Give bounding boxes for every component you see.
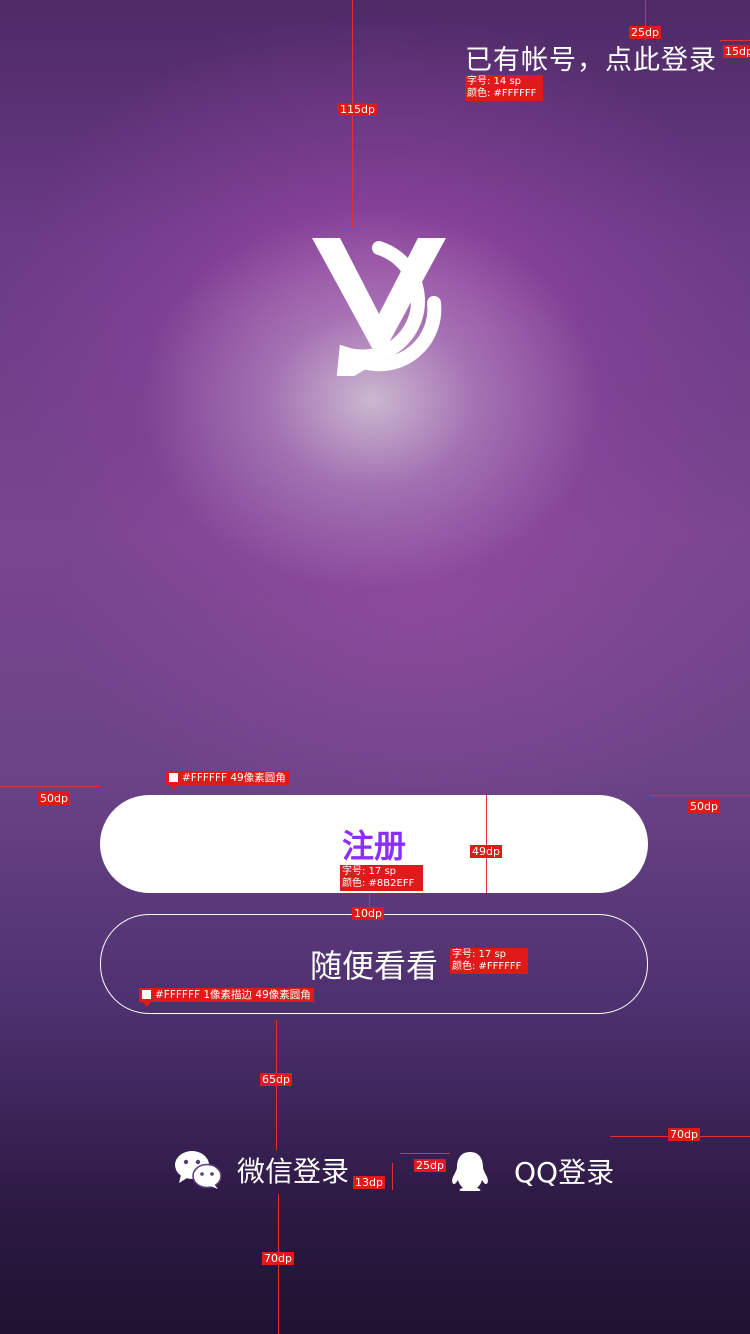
login-link[interactable]: 已有帐号，点此登录 xyxy=(465,38,717,77)
measure-label: 70dp xyxy=(262,1252,294,1265)
wechat-login-button[interactable]: 微信登录 xyxy=(174,1150,349,1190)
measure-label: 49dp xyxy=(470,845,502,858)
text-spec-label: 字号: 17 sp 颜色: #8B2EFF xyxy=(340,865,423,891)
border-note: #FFFFFF 1像素描边 49像素圆角 xyxy=(139,988,314,1007)
measure-label: 70dp xyxy=(668,1128,700,1141)
register-button-label: 注册 xyxy=(341,827,406,865)
guide-line xyxy=(400,1153,450,1154)
fill-note-text: #FFFFFF 49像素圆角 xyxy=(182,772,286,784)
border-note-text: #FFFFFF 1像素描边 49像素圆角 xyxy=(155,989,311,1001)
spec-color: 颜色: #8B2EFF xyxy=(342,878,415,889)
measure-label: 25dp xyxy=(629,26,661,39)
spec-color: 颜色: #FFFFFF xyxy=(452,961,522,972)
spec-size: 字号: 14 sp xyxy=(467,76,522,87)
text-spec-label: 字号: 17 sp 颜色: #FFFFFF xyxy=(450,948,528,974)
measure-label: 65dp xyxy=(260,1073,292,1086)
guide-line xyxy=(346,229,359,230)
v-chat-logo-icon xyxy=(312,238,446,376)
wechat-icon xyxy=(175,1151,222,1189)
guide-line xyxy=(392,1163,393,1190)
wechat-login-label: 微信登录 xyxy=(237,1155,350,1188)
guide-line xyxy=(650,795,750,796)
guide-line xyxy=(0,786,100,787)
spec-size: 字号: 17 sp xyxy=(342,866,397,877)
measure-label: 50dp xyxy=(688,800,720,813)
guide-line xyxy=(486,795,487,893)
measure-label: 25dp xyxy=(414,1159,446,1172)
guide-line xyxy=(720,40,750,41)
browse-button-label: 随便看看 xyxy=(309,947,438,985)
qq-login-label: QQ登录 xyxy=(514,1156,615,1189)
measure-label: 10dp xyxy=(352,907,384,920)
spec-size: 字号: 17 sp xyxy=(452,949,507,960)
spec-color: 颜色: #FFFFFF xyxy=(467,88,537,99)
measure-label: 13dp xyxy=(353,1176,385,1189)
text-spec-label: 字号: 14 sp 颜色: #FFFFFF xyxy=(465,75,543,101)
measure-label: 115dp xyxy=(338,103,377,116)
qq-icon xyxy=(452,1152,488,1191)
fill-note: #FFFFFF 49像素圆角 xyxy=(166,771,289,790)
qq-login-button[interactable]: QQ登录 xyxy=(450,1150,614,1192)
measure-label: 15dp xyxy=(723,45,750,58)
measure-label: 50dp xyxy=(38,792,70,805)
